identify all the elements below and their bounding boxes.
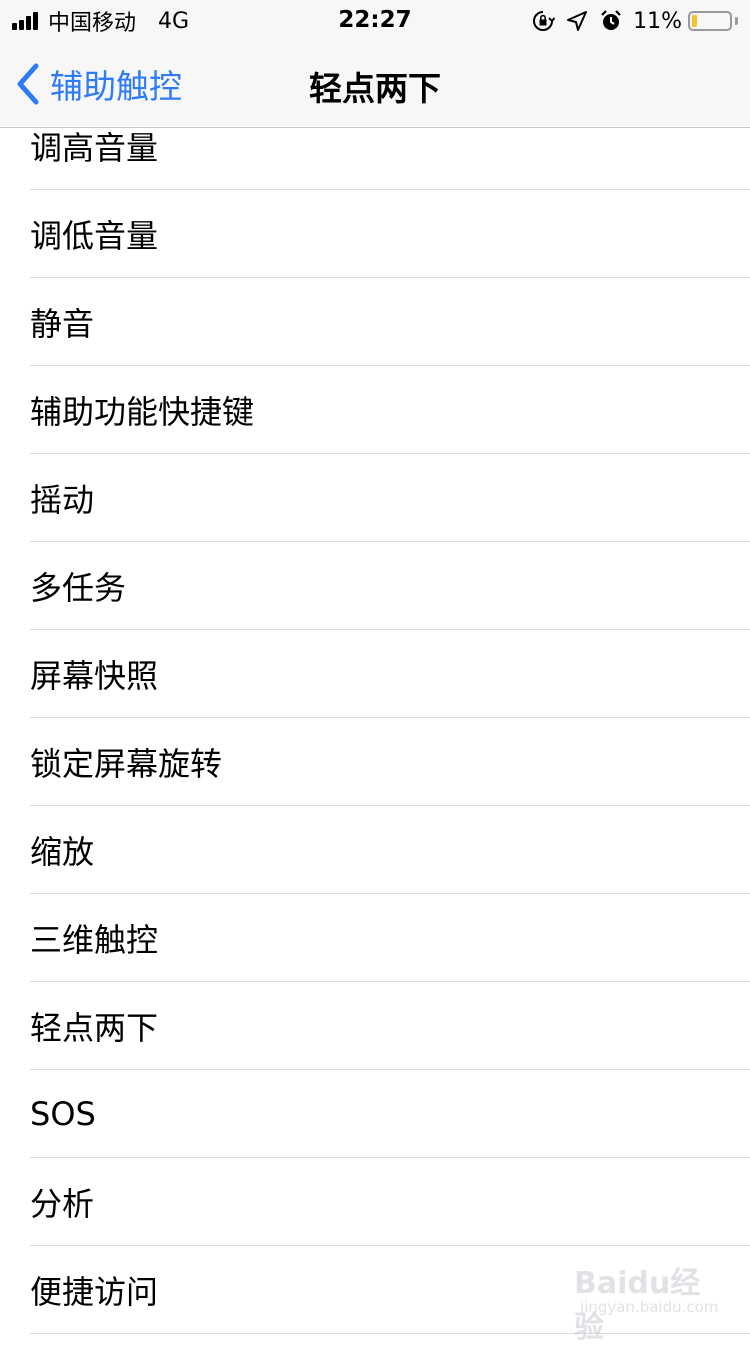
list-item-volume-up[interactable]: 调高音量 [30, 128, 750, 190]
battery-icon [688, 11, 732, 31]
list-item-volume-down[interactable]: 调低音量 [30, 190, 750, 278]
list-item-mute[interactable]: 静音 [30, 278, 750, 366]
status-bar: 中国移动 4G 22:27 11% [0, 0, 750, 40]
watermark-sub: jingyan.baidu.com [580, 1298, 719, 1316]
list-item-3d-touch[interactable]: 三维触控 [30, 894, 750, 982]
list-item-analytics[interactable]: 分析 [30, 1158, 750, 1246]
navigation-bar: 辅助触控 轻点两下 [0, 40, 750, 128]
list-item-sos[interactable]: SOS [30, 1070, 750, 1158]
list-item-double-tap[interactable]: 轻点两下 [30, 982, 750, 1070]
status-right: 11% [531, 8, 738, 34]
battery-percent: 11% [633, 8, 682, 34]
orientation-lock-icon [531, 9, 556, 33]
action-list: 调高音量 调低音量 静音 辅助功能快捷键 摇动 多任务 屏幕快照 锁定屏幕旋转 … [0, 128, 750, 1334]
list-item-multitasking[interactable]: 多任务 [30, 542, 750, 630]
page-title: 轻点两下 [309, 69, 441, 108]
list-item-lock-rotation[interactable]: 锁定屏幕旋转 [30, 718, 750, 806]
list-item-accessibility-shortcut[interactable]: 辅助功能快捷键 [30, 366, 750, 454]
list-item-zoom[interactable]: 缩放 [30, 806, 750, 894]
list-item-shake[interactable]: 摇动 [30, 454, 750, 542]
alarm-icon [599, 9, 623, 33]
baidu-watermark: Baidu经验 jingyan.baidu.com [574, 1258, 718, 1345]
list-item-screenshot[interactable]: 屏幕快照 [30, 630, 750, 718]
location-icon [565, 9, 589, 33]
